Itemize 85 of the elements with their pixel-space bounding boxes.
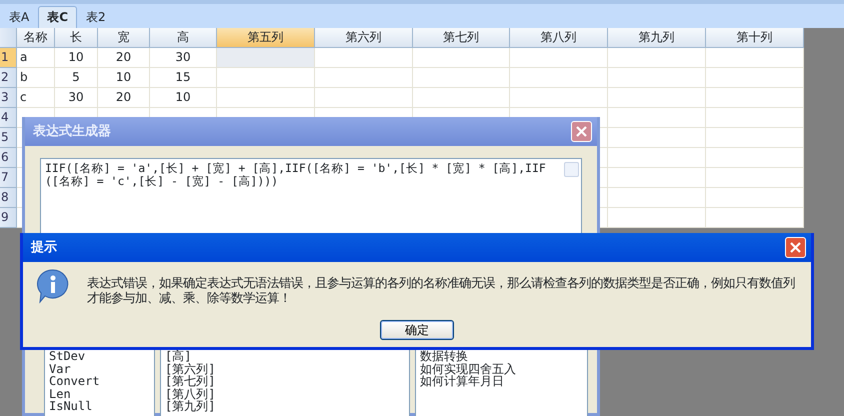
empty-cell[interactable]	[217, 68, 315, 88]
help-topic-item[interactable]: 数据转换	[420, 350, 583, 362]
sheet-tab[interactable]: 表C	[38, 6, 78, 28]
empty-cell[interactable]	[706, 68, 804, 88]
empty-cell[interactable]	[510, 68, 608, 88]
column-header[interactable]: 第八列	[510, 28, 608, 48]
table-cell: 10	[55, 48, 98, 68]
info-icon	[35, 268, 71, 304]
function-item[interactable]: Convert	[49, 375, 150, 388]
field-item[interactable]: [第九列]	[165, 400, 405, 412]
select-all-corner[interactable]	[0, 28, 17, 48]
close-button[interactable]	[571, 121, 592, 142]
empty-cell[interactable]	[706, 188, 804, 208]
table-cell: 20	[98, 48, 150, 68]
row-header[interactable]: 3	[0, 88, 17, 108]
field-item[interactable]: [第八列]	[165, 388, 405, 400]
close-icon	[576, 126, 587, 137]
table-cell: 15	[150, 68, 217, 88]
empty-cell[interactable]	[706, 48, 804, 68]
empty-cell[interactable]	[315, 88, 413, 108]
table-cell: 5	[55, 68, 98, 88]
empty-cell[interactable]	[608, 188, 706, 208]
column-header[interactable]: 第六列	[315, 28, 413, 48]
empty-cell[interactable]	[608, 128, 706, 148]
empty-cell[interactable]	[608, 48, 706, 68]
column-header[interactable]: 名称	[17, 28, 55, 48]
help-topic-item[interactable]: 如何实现四舍五入	[420, 362, 583, 375]
column-header[interactable]: 第十列	[706, 28, 804, 48]
empty-cell[interactable]	[217, 88, 315, 108]
close-icon	[790, 242, 801, 253]
table-cell: 20	[98, 88, 150, 108]
row-header[interactable]: 7	[0, 168, 17, 188]
table-cell: 10	[98, 68, 150, 88]
empty-cell[interactable]	[706, 208, 804, 228]
message-text: 表达式错误，如果确定表达式无语法错误，且参与运算的各列的名称准确无误，那么请检查各列的数据类型是否正确，例如只有数值列才能参与加、减、乘、除等数学运算！	[87, 276, 796, 306]
function-item[interactable]: Len	[49, 388, 150, 400]
empty-cell[interactable]	[608, 88, 706, 108]
window-title: 表达式生成器	[33, 122, 111, 141]
empty-cell[interactable]	[608, 168, 706, 188]
row-header[interactable]: 8	[0, 188, 17, 208]
empty-cell[interactable]	[510, 48, 608, 68]
empty-cell[interactable]	[706, 108, 804, 128]
row-header[interactable]: 5	[0, 128, 17, 148]
table-cell: 10	[150, 88, 217, 108]
selected-cell[interactable]	[217, 48, 315, 68]
field-item[interactable]: [高]	[165, 350, 405, 362]
help-topic-item[interactable]: 如何计算年月日	[420, 375, 583, 388]
table-cell: a	[17, 48, 55, 68]
sheet-tab[interactable]: 表2	[77, 6, 115, 28]
column-header[interactable]: 第七列	[413, 28, 510, 48]
row-header[interactable]: 9	[0, 208, 17, 228]
table-cell: 30	[55, 88, 98, 108]
scroll-up-button[interactable]	[564, 162, 579, 177]
row-header[interactable]: 2	[0, 68, 17, 88]
table-cell: b	[17, 68, 55, 88]
function-item[interactable]: IsNull	[49, 400, 150, 412]
row-header[interactable]: 4	[0, 108, 17, 128]
empty-cell[interactable]	[706, 148, 804, 168]
table-cell: c	[17, 88, 55, 108]
column-header[interactable]: 第九列	[608, 28, 706, 48]
column-header[interactable]: 第五列	[217, 28, 315, 48]
column-header[interactable]: 长	[55, 28, 98, 48]
empty-cell[interactable]	[608, 148, 706, 168]
empty-cell[interactable]	[510, 88, 608, 108]
ok-button[interactable]: 确定	[380, 320, 454, 340]
empty-cell[interactable]	[315, 68, 413, 88]
empty-cell[interactable]	[413, 88, 510, 108]
column-header[interactable]: 高	[150, 28, 217, 48]
function-item[interactable]: StDev	[49, 350, 150, 362]
empty-cell[interactable]	[413, 68, 510, 88]
column-header[interactable]: 宽	[98, 28, 150, 48]
empty-cell[interactable]	[706, 128, 804, 148]
function-item[interactable]: Var	[49, 362, 150, 375]
field-item[interactable]: [第六列]	[165, 362, 405, 375]
sheet-tab[interactable]: 表A	[0, 6, 38, 28]
row-header[interactable]: 6	[0, 148, 17, 168]
close-button[interactable]	[785, 237, 806, 258]
empty-cell[interactable]	[706, 168, 804, 188]
empty-cell[interactable]	[608, 68, 706, 88]
empty-cell[interactable]	[608, 208, 706, 228]
empty-cell[interactable]	[706, 88, 804, 108]
field-item[interactable]: [第七列]	[165, 375, 405, 388]
row-header[interactable]: 1	[0, 48, 17, 68]
empty-cell[interactable]	[413, 48, 510, 68]
empty-cell[interactable]	[608, 108, 706, 128]
